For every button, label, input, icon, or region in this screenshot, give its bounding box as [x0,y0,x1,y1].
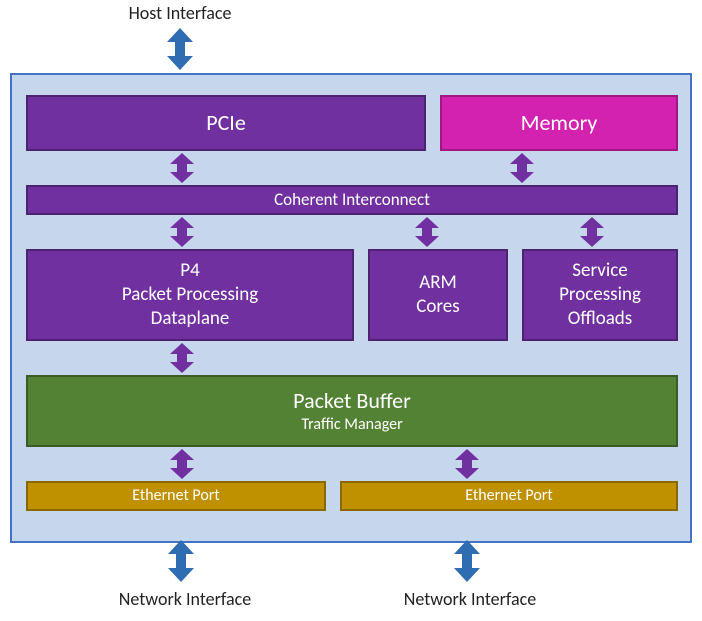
block-service-offloads: Service Processing Offloads [522,249,678,341]
block-coherent-interconnect: Coherent Interconnect [26,185,678,215]
arrow-buffer-eth-left [167,449,197,479]
block-memory-label: Memory [521,109,598,137]
arrow-ic-arm [412,217,442,247]
block-svc-line3: Offloads [568,307,632,331]
chip-container: PCIe Memory Coherent Interconnect P4 [10,73,692,543]
block-svc-line1: Service [572,259,627,283]
diagram-root: Host Interface PCIe Memory Coherent Inte… [0,0,702,621]
block-arm-line2: Cores [416,295,459,319]
arrow-network-right [450,540,484,582]
block-pcie: PCIe [26,95,426,151]
arrow-memory-interconnect [507,153,537,183]
block-buffer-line2: Traffic Manager [301,415,402,435]
block-p4-line2: Packet Processing [122,283,258,307]
label-network-right: Network Interface [385,588,555,610]
block-p4-dataplane: P4 Packet Processing Dataplane [26,249,354,341]
arrow-buffer-eth-right [452,449,482,479]
block-ethernet-port-right: Ethernet Port [340,481,678,511]
arrow-ic-service [577,217,607,247]
arrow-network-left [164,540,198,582]
label-network-left: Network Interface [100,588,270,610]
arrow-host-interface [163,28,197,70]
block-packet-buffer: Packet Buffer Traffic Manager [26,375,678,447]
block-memory: Memory [440,95,678,151]
block-p4-line1: P4 [180,259,199,283]
block-p4-line3: Dataplane [151,307,230,331]
eth-left-label: Ethernet Port [132,486,220,506]
block-arm-line1: ARM [419,271,457,295]
arrow-pcie-interconnect [167,153,197,183]
block-buffer-line1: Packet Buffer [293,387,411,415]
label-host-interface: Host Interface [110,2,250,24]
arrow-ic-p4 [167,217,197,247]
block-ethernet-port-left: Ethernet Port [26,481,326,511]
block-interconnect-label: Coherent Interconnect [274,189,430,210]
block-svc-line2: Processing [559,283,641,307]
arrow-p4-buffer [167,343,197,373]
eth-right-label: Ethernet Port [465,486,553,506]
block-pcie-label: PCIe [206,109,246,137]
block-arm-cores: ARM Cores [368,249,508,341]
